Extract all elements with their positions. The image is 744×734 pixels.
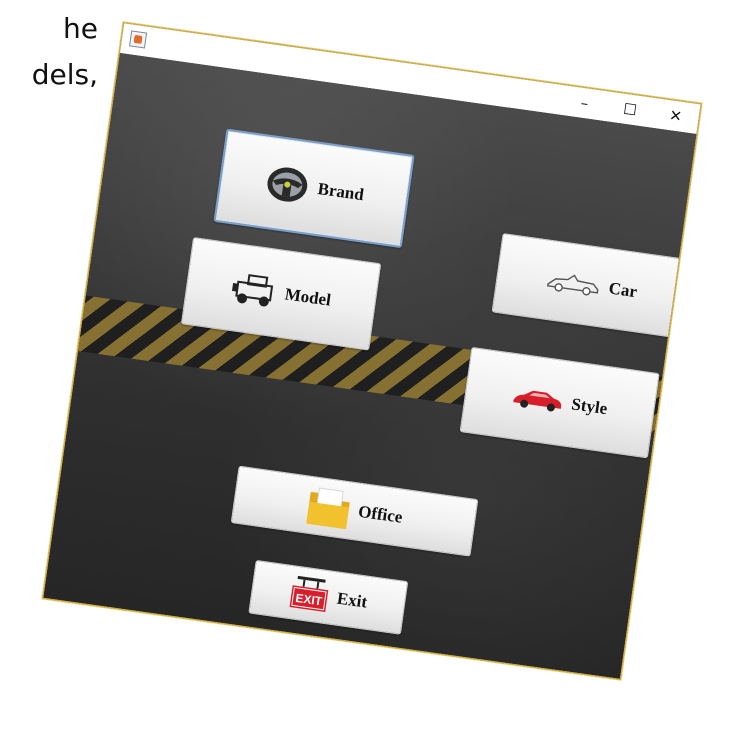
- jeep-icon: [229, 269, 280, 311]
- background-text-line-2: dels,: [31, 58, 98, 91]
- car-button-label: Car: [607, 278, 639, 302]
- app-window: – ☐ ✕ Brand Model Car Style Office EXIT …: [42, 22, 702, 680]
- model-button-label: Model: [283, 284, 333, 310]
- background-document-text: he dels,: [0, 6, 98, 98]
- exit-button-label: Exit: [335, 588, 369, 612]
- style-button[interactable]: Style: [459, 346, 660, 459]
- background-text-line-1: he: [63, 12, 98, 45]
- folder-icon: [304, 484, 353, 532]
- car-button[interactable]: Car: [491, 233, 691, 339]
- red-car-icon: [510, 384, 565, 415]
- office-button[interactable]: Office: [230, 465, 479, 557]
- style-button-label: Style: [570, 394, 609, 419]
- exit-button[interactable]: EXIT Exit: [248, 559, 409, 635]
- steering-wheel-icon: [262, 162, 313, 208]
- exit-sign-icon: EXIT: [287, 574, 332, 615]
- convertible-car-icon: [544, 268, 603, 300]
- brand-button[interactable]: Brand: [213, 128, 415, 249]
- office-button-label: Office: [357, 501, 404, 527]
- main-panel: Brand Model Car Style Office EXIT Exit: [43, 53, 697, 679]
- java-app-icon[interactable]: [129, 30, 148, 49]
- brand-button-label: Brand: [316, 178, 366, 205]
